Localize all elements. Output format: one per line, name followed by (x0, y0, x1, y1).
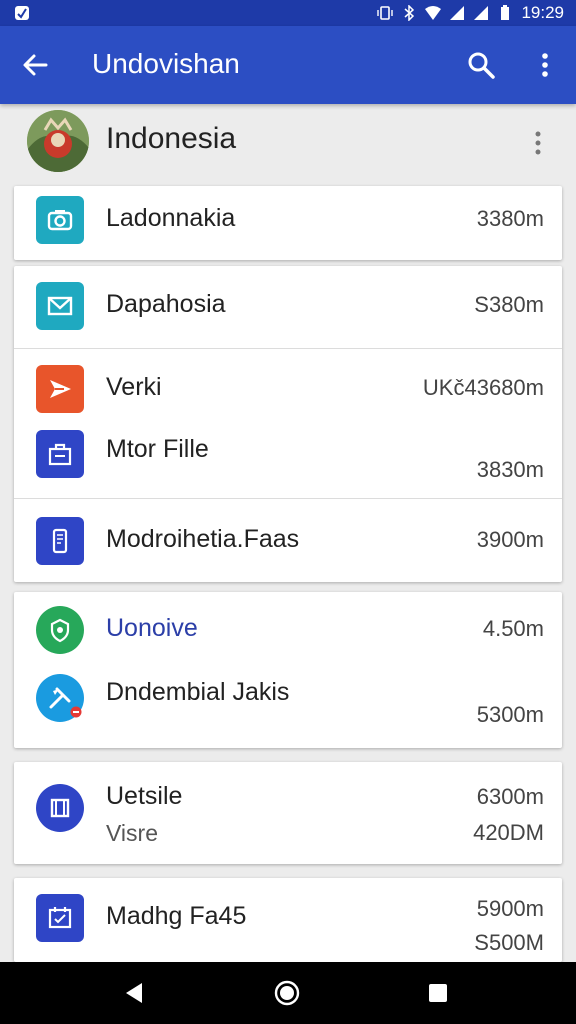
app-label: Uonoive (106, 614, 198, 642)
app-label: Modroihetia.Faas (106, 525, 300, 553)
app-size: 5300m (476, 702, 544, 727)
app-size: 6300m (476, 784, 544, 809)
avatar-photo (27, 110, 89, 172)
app-label: Mtor Fille (106, 435, 209, 463)
shield-app-icon (36, 606, 84, 654)
badge-icon (70, 706, 82, 718)
app-label: Ladonnakia (106, 204, 236, 232)
bluetooth-icon (404, 5, 415, 21)
navigation-bar (0, 962, 576, 1024)
search-icon[interactable] (466, 50, 496, 80)
book-app-icon (36, 784, 84, 832)
status-time: 19:29 (521, 3, 564, 22)
app-bar: Undovishan (0, 26, 576, 104)
list-item[interactable]: Modroihetia.Faas 3900m (14, 499, 562, 582)
wifi-icon (425, 6, 442, 20)
app-size-secondary: S500M (474, 930, 544, 955)
app-size: 3380m (476, 206, 544, 231)
signal-icon (474, 6, 489, 20)
app-card: Uetsile Visre 6300m 420DM (14, 762, 562, 864)
app-size: UKč43680m (422, 375, 544, 400)
signal-icon (450, 6, 465, 20)
list-item[interactable]: Madhg Fa45 5900m S500M (14, 878, 562, 962)
app-size: 5900m (476, 896, 544, 921)
app-label: Uetsile (106, 782, 183, 810)
app-card: Madhg Fa45 5900m S500M (14, 878, 562, 962)
page-title: Undovishan (92, 48, 240, 79)
status-bar: 19:29 (0, 0, 576, 26)
phone-app-icon (36, 517, 84, 565)
mail-app-icon (36, 282, 84, 330)
app-card: Ladonnakia 3380m (14, 186, 562, 260)
app-size: S380m (474, 292, 544, 317)
app-sublabel: Visre (106, 820, 158, 846)
account-header: Indonesia (0, 104, 576, 180)
nav-home-icon[interactable] (274, 980, 300, 1006)
list-item[interactable]: Uonoive 4.50m (14, 592, 562, 664)
account-more-icon[interactable] (528, 128, 548, 158)
nav-back-icon[interactable] (122, 981, 146, 1005)
send-app-icon (36, 365, 84, 413)
avatar[interactable] (27, 110, 89, 172)
vibrate-icon (377, 6, 394, 20)
app-size-secondary: 420DM (473, 820, 544, 845)
list-item[interactable]: Uetsile Visre 6300m 420DM (14, 762, 562, 864)
notification-icon (15, 6, 29, 20)
more-vert-icon[interactable] (532, 50, 558, 80)
app-size: 3900m (476, 527, 544, 552)
list-item[interactable]: Dndembial Jakis 5300m (14, 664, 562, 748)
list-item[interactable]: Mtor Fille 3830m (14, 413, 562, 497)
camera-app-icon (36, 196, 84, 244)
app-size: 3830m (476, 457, 544, 482)
account-name: Indonesia (106, 122, 237, 155)
bag-app-icon (36, 430, 84, 478)
app-label: Dapahosia (106, 290, 226, 318)
list-item[interactable]: Ladonnakia 3380m (14, 186, 562, 260)
app-label: Dndembial Jakis (106, 678, 290, 706)
back-arrow-icon[interactable] (20, 50, 50, 80)
app-size: 4.50m (482, 616, 544, 641)
app-card: Uonoive 4.50m Dndembial Jakis 5300m (14, 592, 562, 748)
app-label: Madhg Fa45 (106, 902, 247, 930)
list-item[interactable]: Verki UKč43680m (14, 349, 562, 413)
nav-recents-icon[interactable] (428, 983, 448, 1003)
battery-icon (501, 5, 510, 20)
list-item[interactable]: Dapahosia S380m (14, 266, 562, 348)
app-card: Dapahosia S380m Verki UKč43680m Mtor Fil… (14, 266, 562, 582)
app-label: Verki (106, 373, 162, 401)
calendar-app-icon (36, 894, 84, 942)
